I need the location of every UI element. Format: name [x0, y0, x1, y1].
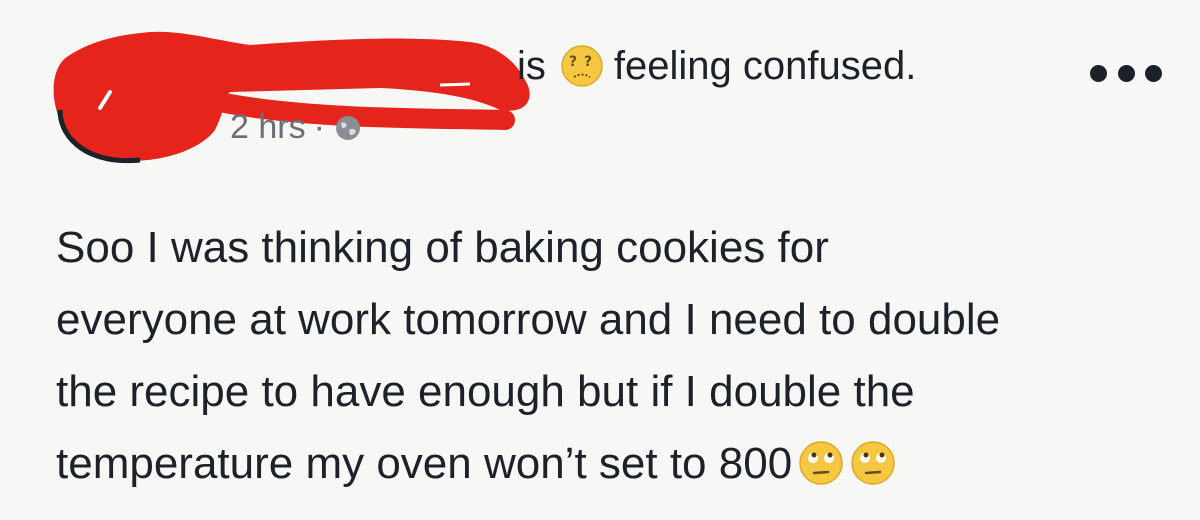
meta-separator: · — [313, 108, 325, 146]
post-line: Soo I was thinking of baking cookies for — [56, 223, 829, 272]
svg-text:?: ? — [584, 54, 592, 70]
post-line: temperature my oven won’t set to 800 — [56, 439, 793, 488]
svg-text:?: ? — [569, 54, 577, 70]
redaction-scribble — [53, 31, 530, 164]
globe-icon[interactable] — [333, 113, 363, 143]
more-dot — [1117, 64, 1135, 82]
rolling-eyes-face-icon — [799, 441, 843, 485]
post-line: everyone at work tomorrow and I need to … — [56, 295, 1001, 344]
post-meta: 2 hrs · — [230, 108, 363, 147]
confused-face-icon: ? ? — [561, 45, 603, 87]
more-dot — [1090, 64, 1107, 82]
feeling-text: feeling confused. — [613, 44, 917, 88]
post-line: the recipe to have enough but if I doubl… — [56, 367, 915, 416]
feed-post: is ? ? feeling confused. 2 hrs · Soo I w… — [0, 0, 1200, 520]
is-text: is — [517, 44, 546, 88]
more-dot — [1145, 64, 1162, 82]
post-header: is ? ? feeling confused. — [517, 38, 916, 94]
post-text: Soo I was thinking of baking cookies for… — [56, 212, 1186, 500]
more-options-icon[interactable] — [1090, 58, 1162, 88]
post-line-last: temperature my oven won’t set to 800 — [56, 428, 1186, 500]
rolling-eyes-face-icon — [851, 441, 895, 485]
post-timestamp[interactable]: 2 hrs — [230, 108, 306, 147]
